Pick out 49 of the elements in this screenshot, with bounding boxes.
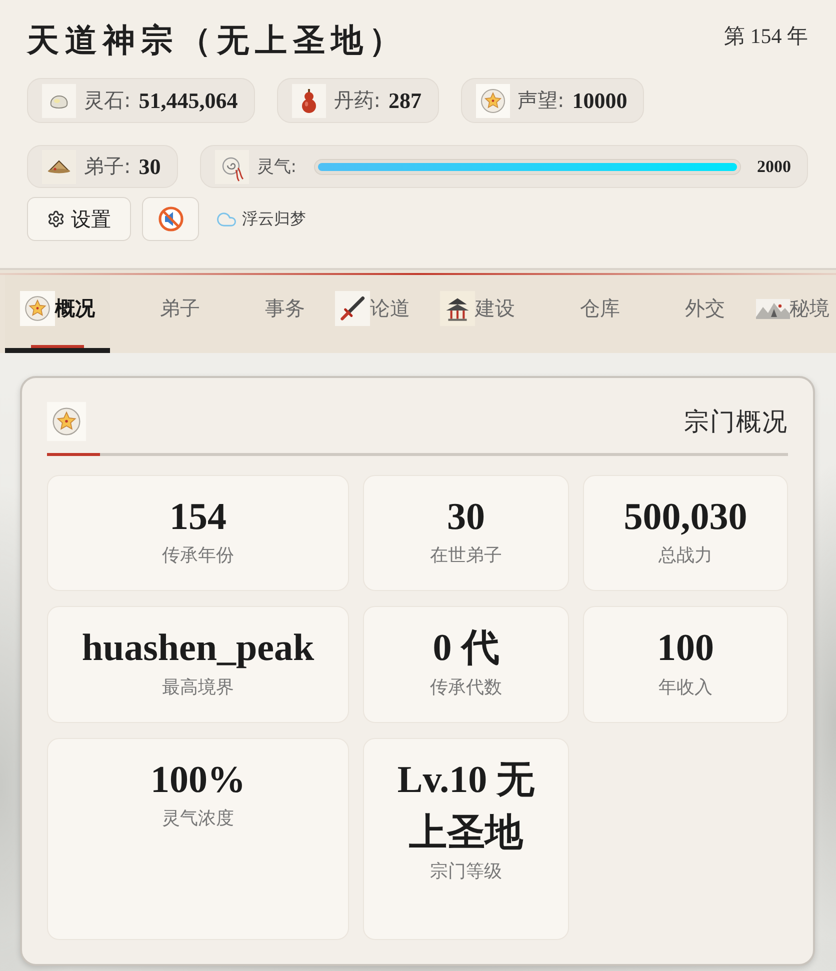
nav-tab[interactable]: 弟子	[110, 275, 215, 353]
music-title: 浮云归梦	[242, 208, 306, 230]
stat-value: 500,030	[624, 495, 748, 540]
sword-icon	[335, 291, 370, 326]
year-label: 第 154 年	[724, 23, 808, 50]
stat-value: 154	[170, 495, 226, 540]
stat-label: 在世弟子	[430, 544, 502, 568]
stat-label: 传承年份	[162, 544, 234, 568]
stat-value: 100	[657, 626, 714, 672]
resource-value: 51,445,064	[138, 88, 238, 114]
resource-label: 灵石:	[84, 87, 131, 114]
sound-toggle-button[interactable]	[142, 197, 199, 241]
spirit-qi-label: 灵气:	[256, 156, 296, 178]
nav-tab[interactable]: 外交	[635, 275, 740, 353]
swirl-icon	[214, 150, 249, 184]
resource-value: 287	[388, 88, 422, 114]
resource-value: 10000	[572, 88, 628, 114]
disciple-label: 弟子:	[84, 153, 131, 180]
mountain-scene-icon	[756, 298, 790, 318]
stat-value: 100%	[150, 758, 246, 803]
stat-label: 总战力	[658, 544, 712, 568]
settings-button[interactable]: 设置	[27, 197, 131, 241]
stat-label: 年收入	[658, 676, 712, 700]
sect-title: 天道神宗（无上圣地）	[27, 20, 407, 61]
settings-icon	[47, 210, 65, 228]
stat-value: Lv.10 无上圣地	[396, 758, 536, 856]
gourd-icon	[292, 84, 326, 118]
pagoda-icon	[440, 291, 475, 326]
disciple-value: 30	[138, 154, 161, 180]
spirit-qi-value: 2000	[757, 156, 791, 176]
stat-label: 最高境界	[162, 676, 234, 700]
nav-tab[interactable]: 秘境	[740, 275, 836, 353]
resource-label: 丹药:	[334, 87, 380, 114]
stat-label: 传承代数	[430, 676, 502, 700]
resource-label: 声望:	[518, 87, 564, 114]
stat-value: huashen_peak	[82, 626, 314, 672]
nav-tab[interactable]: 论道	[320, 275, 425, 353]
nav-tab[interactable]: 建设	[425, 275, 530, 353]
nav-tab[interactable]: 仓库	[530, 275, 635, 353]
stat-value: 30	[447, 495, 485, 540]
card-title: 宗门概况	[684, 406, 788, 438]
stat-label: 灵气浓度	[162, 807, 234, 832]
star-medal-icon	[47, 402, 86, 441]
stone-icon	[42, 84, 76, 118]
star-medal-icon	[476, 84, 510, 118]
star-medal-icon	[20, 291, 55, 326]
nav-tab[interactable]: 事务	[215, 275, 320, 353]
stat-label: 宗门等级	[430, 860, 502, 884]
stat-value: 0 代	[432, 626, 500, 672]
